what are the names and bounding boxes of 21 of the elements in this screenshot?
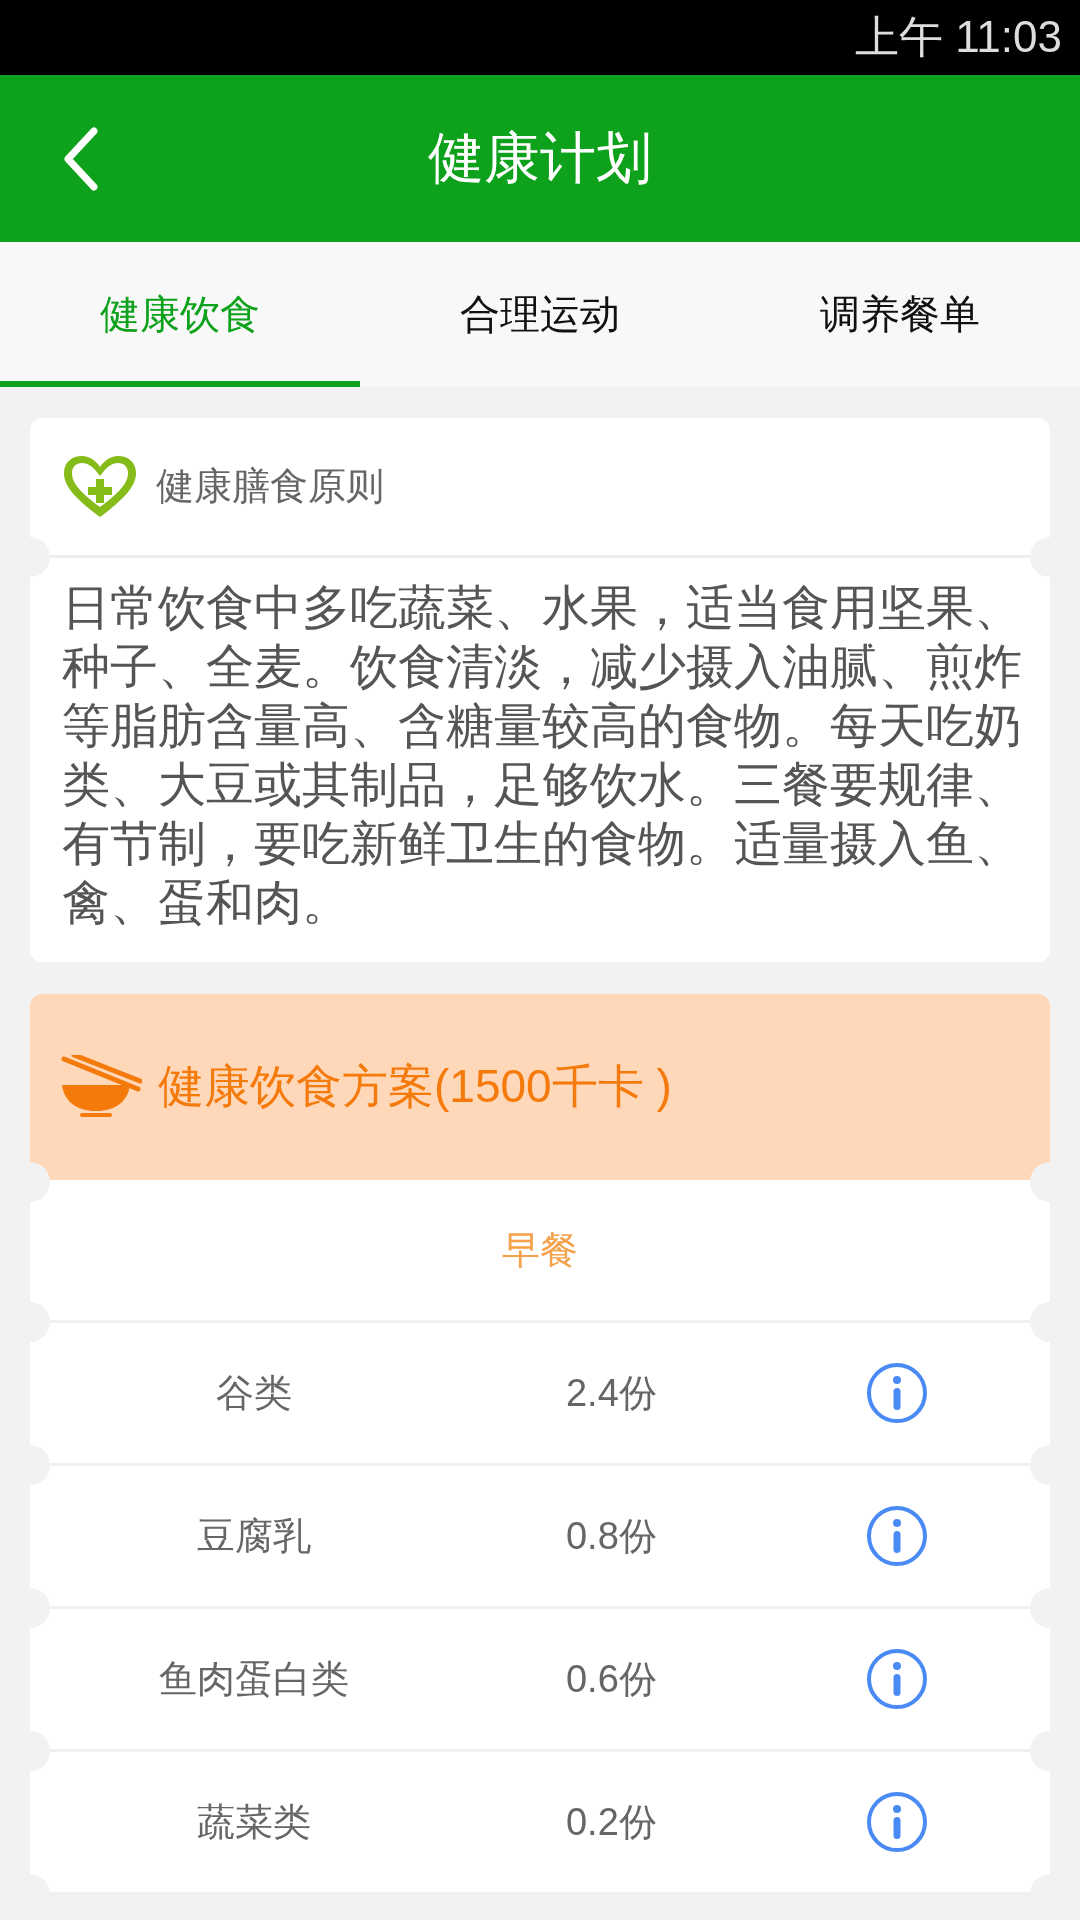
principle-text: 日常饮食中多吃蔬菜、水果，适当食用坚果、种子、全麦。饮食清淡，减少摄入油腻、煎炸等脂肪含量高、含糖量较高的食物。每天吃奶类、大豆或其制品，足够饮水。三餐要规律、有节制，要吃新鲜卫生的食物。适量摄入鱼、禽、蛋和肉。 bbox=[61, 578, 1023, 932]
meal-label: 早餐 bbox=[502, 1226, 578, 1274]
food-name: 谷类 bbox=[216, 1369, 293, 1417]
plan-title: 健康饮食方案(1500千卡 ) bbox=[158, 1059, 672, 1114]
info-icon[interactable] bbox=[866, 1648, 928, 1710]
card-title: 健康膳食原则 bbox=[156, 463, 384, 510]
food-amount: 0.6份 bbox=[566, 1656, 657, 1702]
food-amount: 0.8份 bbox=[566, 1513, 657, 1559]
info-icon[interactable] bbox=[866, 1362, 928, 1424]
status-time: 上午 11:03 bbox=[854, 11, 1062, 63]
food-name: 蔬菜类 bbox=[197, 1798, 312, 1846]
page-title: 健康计划 bbox=[428, 123, 652, 192]
bowl-chopsticks-icon bbox=[60, 1055, 142, 1119]
food-name: 鱼肉蛋白类 bbox=[159, 1655, 350, 1703]
food-amount: 2.4份 bbox=[566, 1370, 657, 1416]
food-amount: 0.2份 bbox=[566, 1799, 657, 1845]
tab[interactable]: 合理运动 bbox=[360, 242, 720, 387]
tab[interactable]: 调养餐单 bbox=[720, 242, 1080, 387]
info-icon[interactable] bbox=[866, 1505, 928, 1567]
food-name: 豆腐乳 bbox=[197, 1512, 312, 1560]
info-icon[interactable] bbox=[866, 1791, 928, 1853]
